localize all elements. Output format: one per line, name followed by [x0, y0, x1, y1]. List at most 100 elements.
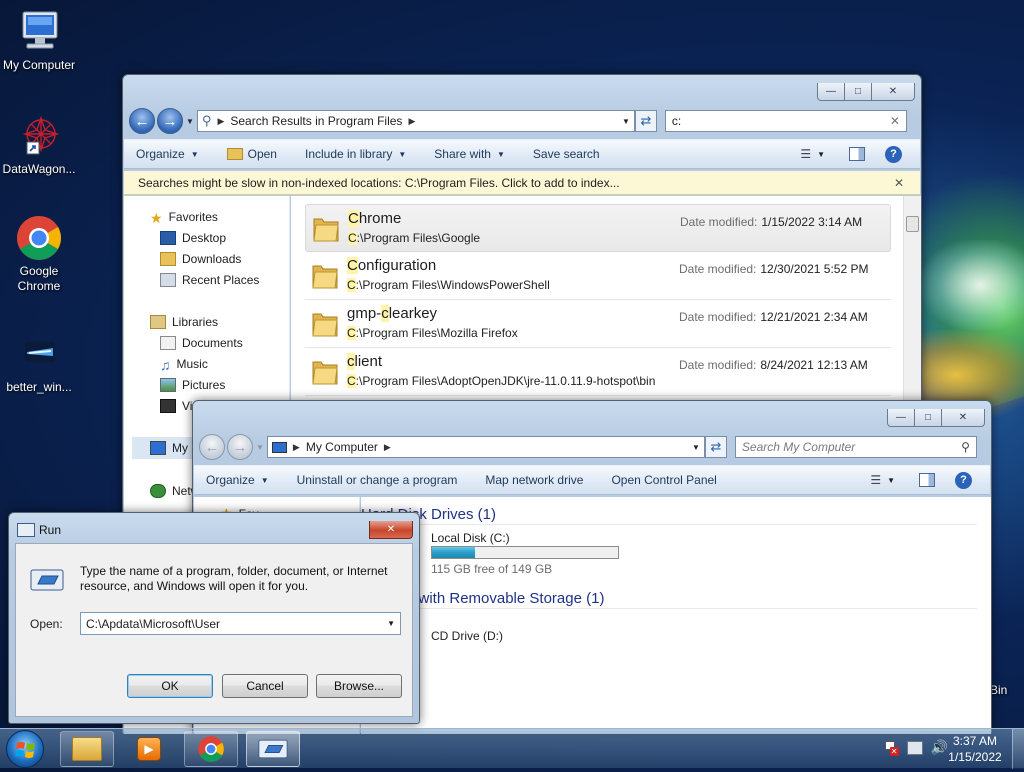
- command-bar: Organize ▼ Uninstall or change a program …: [194, 465, 990, 495]
- organize-menu[interactable]: Organize ▼: [206, 473, 269, 487]
- uninstall-program-button[interactable]: Uninstall or change a program: [297, 473, 458, 487]
- search-result-row[interactable]: gmp-clearkey C:\Program Files\Mozilla Fir…: [305, 300, 891, 348]
- view-dropdown-icon[interactable]: ▼: [817, 150, 825, 159]
- maximize-button[interactable]: □: [914, 409, 942, 427]
- include-in-library-menu[interactable]: Include in library ▼: [305, 147, 406, 161]
- info-bar-close-icon[interactable]: ✕: [894, 176, 904, 190]
- datawagon-shortcut-icon: [15, 112, 63, 160]
- breadcrumb-separator-icon: ▶: [217, 115, 225, 126]
- browse-button[interactable]: Browse...: [316, 674, 402, 698]
- nav-favorites[interactable]: ★ Favorites: [150, 210, 218, 226]
- help-icon[interactable]: ?: [885, 145, 902, 163]
- group-hard-disk-drives[interactable]: Hard Disk Drives (1): [361, 505, 977, 525]
- search-result-row[interactable]: Chrome C:\Program Files\Google Date modifi…: [305, 204, 891, 252]
- preview-pane-icon[interactable]: [849, 147, 865, 161]
- result-date-modified: Date modified: 8/24/2021 12:13 AM: [679, 358, 868, 372]
- desktop-icon-datawagon[interactable]: DataWagon...: [0, 112, 78, 177]
- taskbar-run-button[interactable]: [246, 731, 300, 767]
- search-match-highlight: C: [347, 257, 358, 274]
- nav-documents[interactable]: Documents: [160, 336, 243, 350]
- nav-videos[interactable]: Vi: [160, 399, 192, 413]
- search-result-row[interactable]: client C:\Program Files\AdoptOpenJDK\jre-…: [305, 348, 891, 396]
- star-icon: ★: [150, 210, 163, 226]
- action-center-flag-icon[interactable]: ✕: [883, 740, 899, 756]
- address-dropdown-icon[interactable]: ▼: [622, 117, 630, 126]
- wallpaper-glow-white: [920, 240, 1024, 330]
- chevron-down-icon: ▼: [496, 149, 505, 159]
- share-with-menu[interactable]: Share with ▼: [434, 147, 505, 161]
- back-button[interactable]: ←: [129, 108, 155, 134]
- search-input[interactable]: c: ✕: [664, 110, 907, 132]
- search-match-highlight: C: [347, 374, 356, 388]
- close-button[interactable]: ✕: [941, 409, 985, 427]
- address-bar[interactable]: ⚲ ▶ Search Results in Program Files ▶ ▼: [196, 110, 635, 132]
- search-icon[interactable]: ⚲: [961, 440, 970, 454]
- save-search-button[interactable]: Save search: [533, 147, 600, 161]
- recent-pages-dropdown-icon[interactable]: ▼: [256, 443, 264, 452]
- nav-music[interactable]: ♫ Music: [160, 357, 208, 373]
- minimize-button[interactable]: —: [887, 409, 915, 427]
- show-desktop-button[interactable]: [1012, 729, 1024, 769]
- taskbar-explorer-button[interactable]: [60, 731, 114, 767]
- nav-libraries[interactable]: Libraries: [150, 315, 218, 329]
- desktop-icon-better-win[interactable]: better_win...: [0, 330, 78, 395]
- refresh-button[interactable]: ⇄: [704, 436, 727, 458]
- clear-search-icon[interactable]: ✕: [890, 114, 900, 128]
- maximize-button[interactable]: □: [844, 83, 872, 101]
- close-button[interactable]: ✕: [369, 521, 413, 539]
- nav-downloads[interactable]: Downloads: [160, 252, 241, 266]
- nav-pictures[interactable]: Pictures: [160, 378, 225, 392]
- window-caption-buttons: — □ ✕: [887, 401, 985, 427]
- search-result-row[interactable]: Configuration C:\Program Files\WindowsPow…: [305, 252, 891, 300]
- view-options-icon[interactable]: ☰: [870, 473, 881, 487]
- window-caption-buttons: ✕: [369, 513, 413, 539]
- open-button[interactable]: Open: [226, 147, 277, 161]
- map-network-drive-button[interactable]: Map network drive: [485, 473, 583, 487]
- nav-desktop[interactable]: Desktop: [160, 231, 226, 245]
- run-title-icon: [17, 523, 35, 537]
- command-bar: Organize ▼ Open Include in library ▼ Share…: [124, 139, 920, 169]
- info-bar[interactable]: Searches might be slow in non-indexed lo…: [124, 171, 920, 195]
- view-options-icon[interactable]: ☰: [800, 147, 811, 161]
- address-dropdown-icon[interactable]: ▼: [692, 443, 700, 452]
- folder-icon: [312, 213, 340, 243]
- recent-places-icon: [160, 273, 176, 287]
- close-button[interactable]: ✕: [871, 83, 915, 101]
- network-icon[interactable]: [906, 740, 923, 755]
- chevron-down-icon[interactable]: ▼: [387, 619, 395, 628]
- folder-icon: [311, 260, 339, 290]
- open-control-panel-button[interactable]: Open Control Panel: [611, 473, 716, 487]
- run-program-icon: [30, 568, 64, 592]
- chevron-down-icon: ▼: [190, 149, 199, 159]
- view-dropdown-icon[interactable]: ▼: [887, 476, 895, 485]
- clock[interactable]: 3:37 AM 1/15/2022: [940, 733, 1010, 765]
- desktop-icon-my-computer[interactable]: My Computer: [0, 8, 78, 73]
- organize-menu[interactable]: Organize ▼: [136, 147, 199, 161]
- forward-button[interactable]: →: [227, 434, 253, 460]
- address-bar[interactable]: ▶ My Computer ▶ ▼: [266, 436, 705, 458]
- recent-pages-dropdown-icon[interactable]: ▼: [186, 117, 194, 126]
- taskbar-media-player-button[interactable]: ▶: [122, 731, 176, 767]
- cancel-button[interactable]: Cancel: [222, 674, 308, 698]
- back-button[interactable]: ←: [199, 434, 225, 460]
- preview-pane-icon[interactable]: [919, 473, 935, 487]
- forward-button[interactable]: →: [157, 108, 183, 134]
- open-combobox[interactable]: C:\Apdata\Microsoft\User ▼: [80, 612, 401, 635]
- result-date-modified: Date modified: 12/30/2021 5:52 PM: [679, 262, 869, 276]
- media-player-icon: ▶: [137, 737, 161, 761]
- group-removable-storage[interactable]: Devices with Removable Storage (1): [361, 589, 977, 609]
- result-name: Chrome: [348, 210, 402, 227]
- windows-logo-icon: [15, 742, 35, 758]
- nav-recent-places[interactable]: Recent Places: [160, 273, 259, 287]
- ok-button[interactable]: OK: [127, 674, 213, 698]
- search-input[interactable]: Search My Computer ⚲: [734, 436, 977, 458]
- help-icon[interactable]: ?: [955, 471, 972, 489]
- start-button[interactable]: [6, 730, 44, 768]
- taskbar-chrome-button[interactable]: [184, 731, 238, 767]
- nav-computer[interactable]: My: [132, 437, 192, 459]
- desktop-icon-google-chrome[interactable]: Google Chrome: [0, 214, 78, 294]
- refresh-button[interactable]: ⇄: [634, 110, 657, 132]
- run-dialog[interactable]: Run ✕ Type the name of a program, folder…: [8, 512, 420, 724]
- scrollbar-thumb[interactable]: [906, 216, 919, 232]
- minimize-button[interactable]: —: [817, 83, 845, 101]
